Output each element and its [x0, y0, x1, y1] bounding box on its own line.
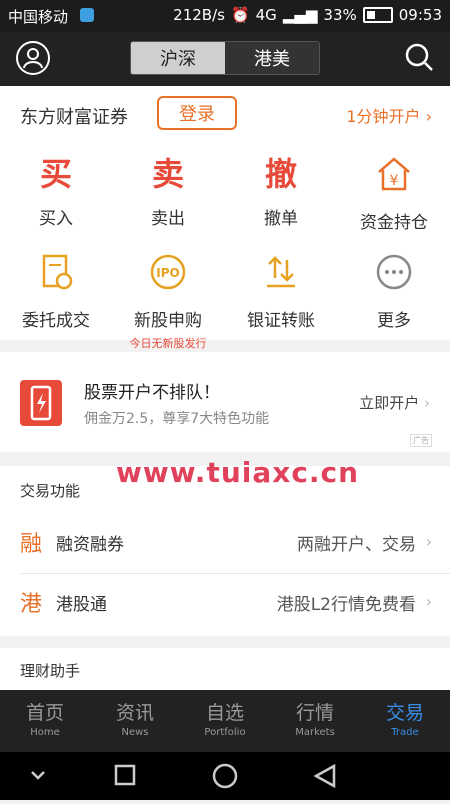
avatar[interactable] [16, 41, 50, 75]
signal-icon: ▂▄▆ [282, 6, 318, 24]
ipo-button[interactable]: IPO 新股申购 今日无新股发行 [112, 252, 224, 351]
funds-holdings-button[interactable]: ¥ 资金持仓 [338, 154, 450, 233]
bank-transfer-label: 银证转账 [247, 311, 315, 331]
banner-cta-label: 立即开户 [359, 394, 420, 412]
trade-functions-section: 交易功能 融 融资融券 两融开户、交易 › 港 港股通 港股L2行情免费看 › [0, 466, 450, 636]
funds-label: 资金持仓 [360, 213, 428, 233]
chevron-right-icon: › [425, 592, 432, 611]
buy-button[interactable]: 买 买入 [0, 154, 112, 229]
margin-icon: 融 [20, 532, 43, 557]
tab-label-en: Trade [391, 727, 419, 738]
tab-label-cn: 交易 [385, 702, 424, 724]
tab-label-cn: 行情 [295, 702, 334, 724]
cancel-order-button[interactable]: 撤 撤单 [225, 154, 337, 229]
ad-badge: 广告 [410, 434, 432, 447]
row-detail: 两融开户、交易 [297, 535, 416, 555]
tab-gangmei[interactable]: 港美 [225, 42, 319, 74]
tab-label-en: Home [30, 727, 60, 738]
more-dots-icon [376, 254, 412, 290]
trade-grid: 买 买入 卖 卖出 撤 撤单 ¥ 资金持仓 委托成交 IPO 新股申购 今日无新… [0, 144, 450, 350]
ipo-note: 今日无新股发行 [129, 337, 207, 350]
tab-label-en: News [121, 727, 149, 738]
network-type: 4G [255, 6, 277, 24]
orders-button[interactable]: 委托成交 [0, 252, 112, 331]
hk-connect-row[interactable]: 港 港股通 港股L2行情免费看 › [0, 574, 450, 632]
hk-icon: 港 [20, 592, 43, 617]
buy-glyph: 买 [39, 155, 72, 193]
bottom-tab-bar: 首页 Home 资讯 News 自选 Portfolio 行情 Markets 交易 Tr… [0, 690, 450, 752]
orders-label: 委托成交 [22, 311, 90, 331]
transfer-arrows-icon [267, 256, 295, 288]
user-icon [23, 48, 43, 69]
carrier-label: 中国移动 [8, 8, 69, 26]
clock: 09:53 [398, 6, 442, 24]
sim-icon [80, 8, 94, 22]
finance-section: 理财助手 [0, 648, 450, 692]
account-bar: 东方财富证券 登录 1分钟开户 › [0, 86, 450, 144]
banner-title: 股票开户不排队！ [84, 383, 220, 403]
chevron-right-icon: › [424, 394, 430, 412]
home-icon[interactable] [212, 763, 238, 789]
battery-percent: 33% [323, 6, 357, 24]
watermark-text: www.tuiaxc.cn [116, 456, 360, 489]
tab-news[interactable]: 资讯 News [90, 690, 180, 752]
search-icon[interactable] [404, 42, 434, 72]
svg-text:¥: ¥ [390, 173, 399, 189]
tab-label-en: Portfolio [204, 727, 246, 738]
tab-label-en: Markets [295, 727, 335, 738]
tab-portfolio[interactable]: 自选 Portfolio [180, 690, 270, 752]
chevron-right-icon: › [425, 107, 432, 126]
margin-trading-row[interactable]: 融 融资融券 两融开户、交易 › [0, 514, 450, 572]
row-detail: 港股L2行情免费看 [276, 595, 416, 615]
row-label: 港股通 [56, 595, 107, 615]
chevron-right-icon: › [425, 532, 432, 551]
open-account-link[interactable]: 1分钟开户 › [346, 103, 432, 127]
market-switch: 沪深 港美 [130, 41, 320, 75]
recent-apps-icon[interactable] [114, 764, 136, 786]
tab-label-cn: 资讯 [115, 702, 154, 724]
tab-markets[interactable]: 行情 Markets [270, 690, 360, 752]
more-label: 更多 [377, 311, 411, 331]
tab-hushen[interactable]: 沪深 [131, 42, 225, 74]
banner-subtitle: 佣金万2.5，尊享7大特色功能 [84, 411, 270, 427]
buy-label: 买入 [39, 209, 73, 229]
more-button[interactable]: 更多 [338, 252, 450, 331]
system-nav-bar [0, 752, 450, 800]
status-bar: 中国移动 212B/s ⏰ 4G ▂▄▆ 33% 09:53 [0, 0, 450, 32]
broker-name: 东方财富证券 [20, 107, 128, 128]
banner-cta[interactable]: 立即开户 › [359, 392, 430, 413]
document-check-icon [42, 254, 73, 290]
section-title: 交易功能 [20, 482, 81, 500]
tab-label-cn: 自选 [205, 702, 244, 724]
finance-title: 理财助手 [20, 662, 81, 680]
svg-text:IPO: IPO [156, 266, 179, 280]
top-header: 沪深 港美 [0, 32, 450, 86]
network-speed: 212B/s [173, 6, 225, 24]
sell-label: 卖出 [151, 209, 185, 229]
chevron-down-icon[interactable] [31, 771, 45, 780]
tab-trade[interactable]: 交易 Trade [360, 690, 450, 752]
battery-icon [362, 7, 393, 23]
tab-home[interactable]: 首页 Home [0, 690, 90, 752]
money-house-icon: ¥ [378, 157, 410, 191]
alarm-icon: ⏰ [230, 6, 250, 24]
ipo-icon: IPO [150, 254, 186, 290]
ipo-label: 新股申购 [134, 311, 202, 331]
back-icon[interactable] [313, 763, 336, 789]
sell-glyph: 卖 [151, 155, 184, 193]
cancel-label: 撤单 [264, 209, 298, 229]
cancel-glyph: 撤 [264, 155, 297, 193]
phone-flash-icon [20, 380, 62, 426]
bank-transfer-button[interactable]: 银证转账 [225, 252, 337, 331]
open-account-label: 1分钟开户 [346, 107, 421, 126]
tab-label-cn: 首页 [25, 702, 64, 724]
sell-button[interactable]: 卖 卖出 [112, 154, 224, 229]
open-account-banner[interactable]: 股票开户不排队！ 佣金万2.5，尊享7大特色功能 立即开户 › 广告 [0, 352, 450, 452]
login-button[interactable]: 登录 [157, 96, 237, 130]
row-label: 融资融券 [56, 535, 124, 555]
